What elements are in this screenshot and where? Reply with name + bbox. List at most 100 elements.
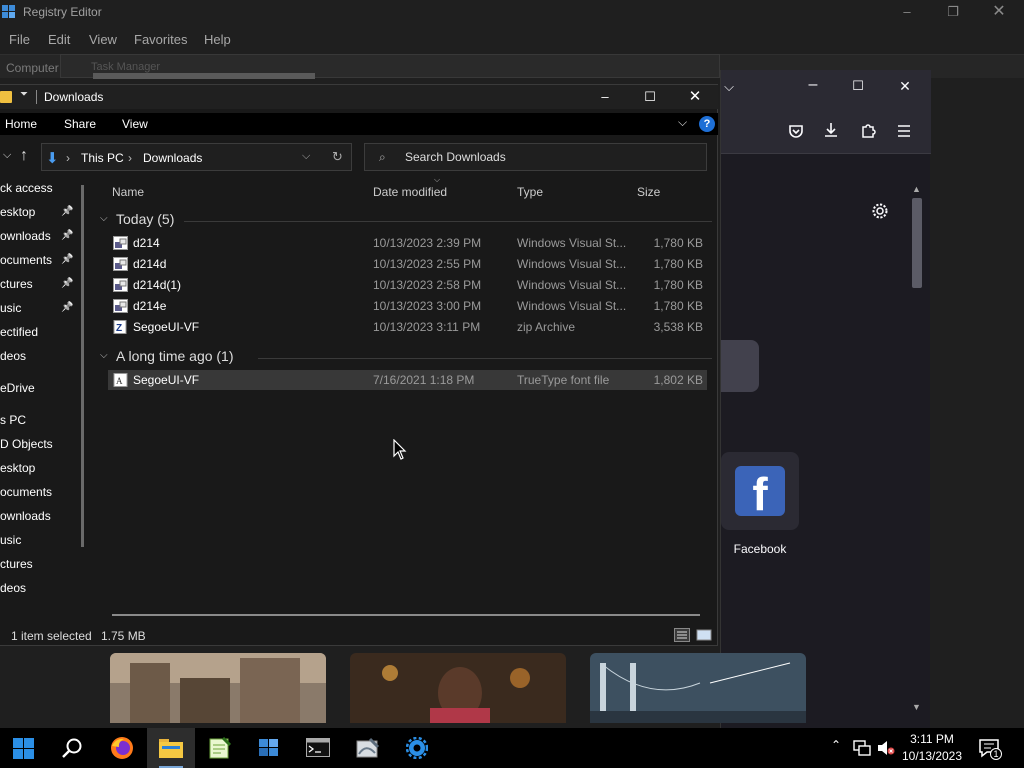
nav-item[interactable]: usic	[0, 533, 21, 547]
menu-edit[interactable]: Edit	[48, 32, 70, 47]
nav-item[interactable]: deos	[0, 349, 26, 363]
network-icon[interactable]	[853, 740, 871, 756]
address-dropdown-icon[interactable]: ⌵	[302, 150, 310, 163]
tab-home[interactable]: Home	[5, 117, 37, 131]
menu-help[interactable]: Help	[204, 32, 231, 47]
breadcrumb-separator-icon[interactable]: ›	[66, 151, 70, 165]
tab-view[interactable]: View	[122, 117, 148, 131]
breadcrumb-this-pc[interactable]: This PC	[81, 151, 124, 165]
facebook-shortcut[interactable]: f	[721, 452, 799, 530]
nav-item[interactable]: ownloads	[0, 509, 51, 523]
menu-view[interactable]: View	[89, 32, 117, 47]
menu-file[interactable]: File	[9, 32, 30, 47]
taskbar-search-button[interactable]	[48, 728, 96, 768]
expand-ribbon-chevron-icon[interactable]: ⌵	[678, 115, 687, 130]
nav-item[interactable]: ectified	[0, 325, 38, 339]
minimize-button[interactable]: –	[884, 2, 930, 22]
file-row[interactable]: d214e 10/13/2023 3:00 PM Windows Visual St…	[108, 296, 707, 316]
show-hidden-icons-chevron-icon[interactable]: ⌃	[831, 738, 841, 752]
column-type[interactable]: Type	[517, 185, 543, 199]
nav-item[interactable]: ocuments	[0, 485, 52, 499]
collapse-group-chevron-icon[interactable]: ⌵	[100, 350, 108, 361]
address-bar[interactable]: ⬇ › This PC › Downloads ⌵ ↻	[41, 143, 352, 171]
quick-access-dropdown-icon[interactable]: ⏷	[20, 89, 28, 100]
shortcut-tile[interactable]	[721, 340, 759, 392]
close-button[interactable]: ✕	[672, 85, 718, 109]
extensions-icon[interactable]	[859, 121, 877, 139]
up-arrow-icon[interactable]: ↑	[20, 147, 28, 165]
close-button[interactable]: ✕	[893, 78, 917, 95]
menu-icon[interactable]	[895, 122, 913, 140]
help-icon[interactable]: ?	[699, 116, 715, 132]
explorer-titlebar[interactable]: ⏷ Downloads – ☐ ✕	[0, 85, 718, 109]
scroll-down-icon[interactable]: ▼	[912, 702, 921, 712]
pin-icon[interactable]: 📌	[61, 206, 73, 217]
breadcrumb-downloads[interactable]: Downloads	[143, 151, 202, 165]
file-row[interactable]: A SegoeUI-VF 7/16/2021 1:18 PM TrueType fon…	[108, 370, 707, 390]
collapse-group-chevron-icon[interactable]: ⌵	[100, 213, 108, 224]
large-icons-view-icon[interactable]	[696, 628, 712, 642]
pocket-icon[interactable]	[787, 122, 805, 140]
file-group-header[interactable]: ⌵ Today (5)	[100, 211, 712, 231]
maximize-button[interactable]: ☐	[846, 78, 870, 94]
tab-list-chevron-icon[interactable]: ⌵	[717, 79, 741, 95]
column-name[interactable]: Name	[112, 185, 144, 199]
nav-item[interactable]: ctures	[0, 557, 33, 571]
pin-icon[interactable]: 📌	[61, 230, 73, 241]
registry-titlebar[interactable]: Registry Editor – ❐ ✕	[0, 0, 1024, 24]
column-size[interactable]: Size	[637, 185, 660, 199]
taskbar-registry-editor[interactable]	[245, 728, 293, 768]
minimize-button[interactable]: –	[582, 85, 628, 109]
file-row[interactable]: d214 10/13/2023 2:39 PM Windows Visual St.…	[108, 233, 707, 253]
scroll-up-icon[interactable]: ▲	[912, 184, 921, 194]
pin-icon[interactable]: 📌	[61, 254, 73, 265]
downloads-icon[interactable]	[822, 121, 840, 139]
facebook-shortcut-label[interactable]: Facebook	[721, 542, 799, 556]
nav-item[interactable]: ocuments	[0, 253, 52, 267]
tab-share[interactable]: Share	[64, 117, 96, 131]
navigation-pane-scrollbar[interactable]	[81, 185, 84, 547]
taskbar-paint[interactable]	[344, 728, 392, 768]
nav-item[interactable]: usic	[0, 301, 21, 315]
gear-icon[interactable]	[871, 202, 889, 220]
file-row[interactable]: Z SegoeUI-VF 10/13/2023 3:11 PM zip Archive…	[108, 317, 707, 337]
story-card-1[interactable]	[110, 653, 326, 723]
nav-item[interactable]: ownloads	[0, 229, 51, 243]
search-input[interactable]	[405, 150, 695, 164]
maximize-button[interactable]: ☐	[627, 85, 673, 109]
file-group-header[interactable]: ⌵ A long time ago (1)	[100, 348, 712, 368]
taskbar-notepad-plus[interactable]	[196, 728, 244, 768]
recent-locations-chevron-icon[interactable]: ⌵	[3, 149, 11, 162]
menu-favorites[interactable]: Favorites	[134, 32, 187, 47]
nav-item[interactable]: D Objects	[0, 437, 53, 451]
file-row[interactable]: d214d 10/13/2023 2:55 PM Windows Visual St…	[108, 254, 707, 274]
restore-button[interactable]: ❐	[930, 2, 976, 22]
taskbar-terminal[interactable]	[294, 728, 342, 768]
nav-item[interactable]: deos	[0, 581, 26, 595]
taskbar-file-explorer[interactable]	[147, 728, 195, 768]
taskbar-firefox[interactable]	[98, 728, 146, 768]
close-button[interactable]: ✕	[976, 2, 1022, 22]
taskbar-settings-app[interactable]	[393, 728, 441, 768]
volume-muted-icon[interactable]	[877, 740, 895, 756]
breadcrumb-separator-icon[interactable]: ›	[128, 151, 132, 165]
details-view-icon[interactable]	[674, 628, 690, 642]
column-date-modified[interactable]: Date modified	[373, 185, 447, 199]
nav-item[interactable]: eDrive	[0, 381, 35, 395]
nav-item[interactable]: ctures	[0, 277, 33, 291]
nav-item[interactable]: esktop	[0, 205, 35, 219]
minimize-button[interactable]: –	[801, 76, 825, 94]
start-button[interactable]	[0, 728, 48, 768]
horizontal-scrollbar[interactable]	[112, 614, 700, 616]
story-card-2[interactable]	[350, 653, 566, 723]
file-row[interactable]: d214d(1) 10/13/2023 2:58 PM Windows Visual…	[108, 275, 707, 295]
pin-icon[interactable]: 📌	[61, 278, 73, 289]
firefox-scroll-thumb[interactable]	[912, 198, 922, 288]
nav-item[interactable]: ck access	[0, 181, 53, 195]
refresh-icon[interactable]: ↻	[332, 149, 343, 165]
system-clock[interactable]: 3:11 PM 10/13/2023	[898, 731, 966, 765]
nav-item[interactable]: s PC	[0, 413, 26, 427]
pin-icon[interactable]: 📌	[61, 302, 73, 313]
nav-item[interactable]: esktop	[0, 461, 35, 475]
search-box[interactable]: ⌕	[364, 143, 707, 171]
